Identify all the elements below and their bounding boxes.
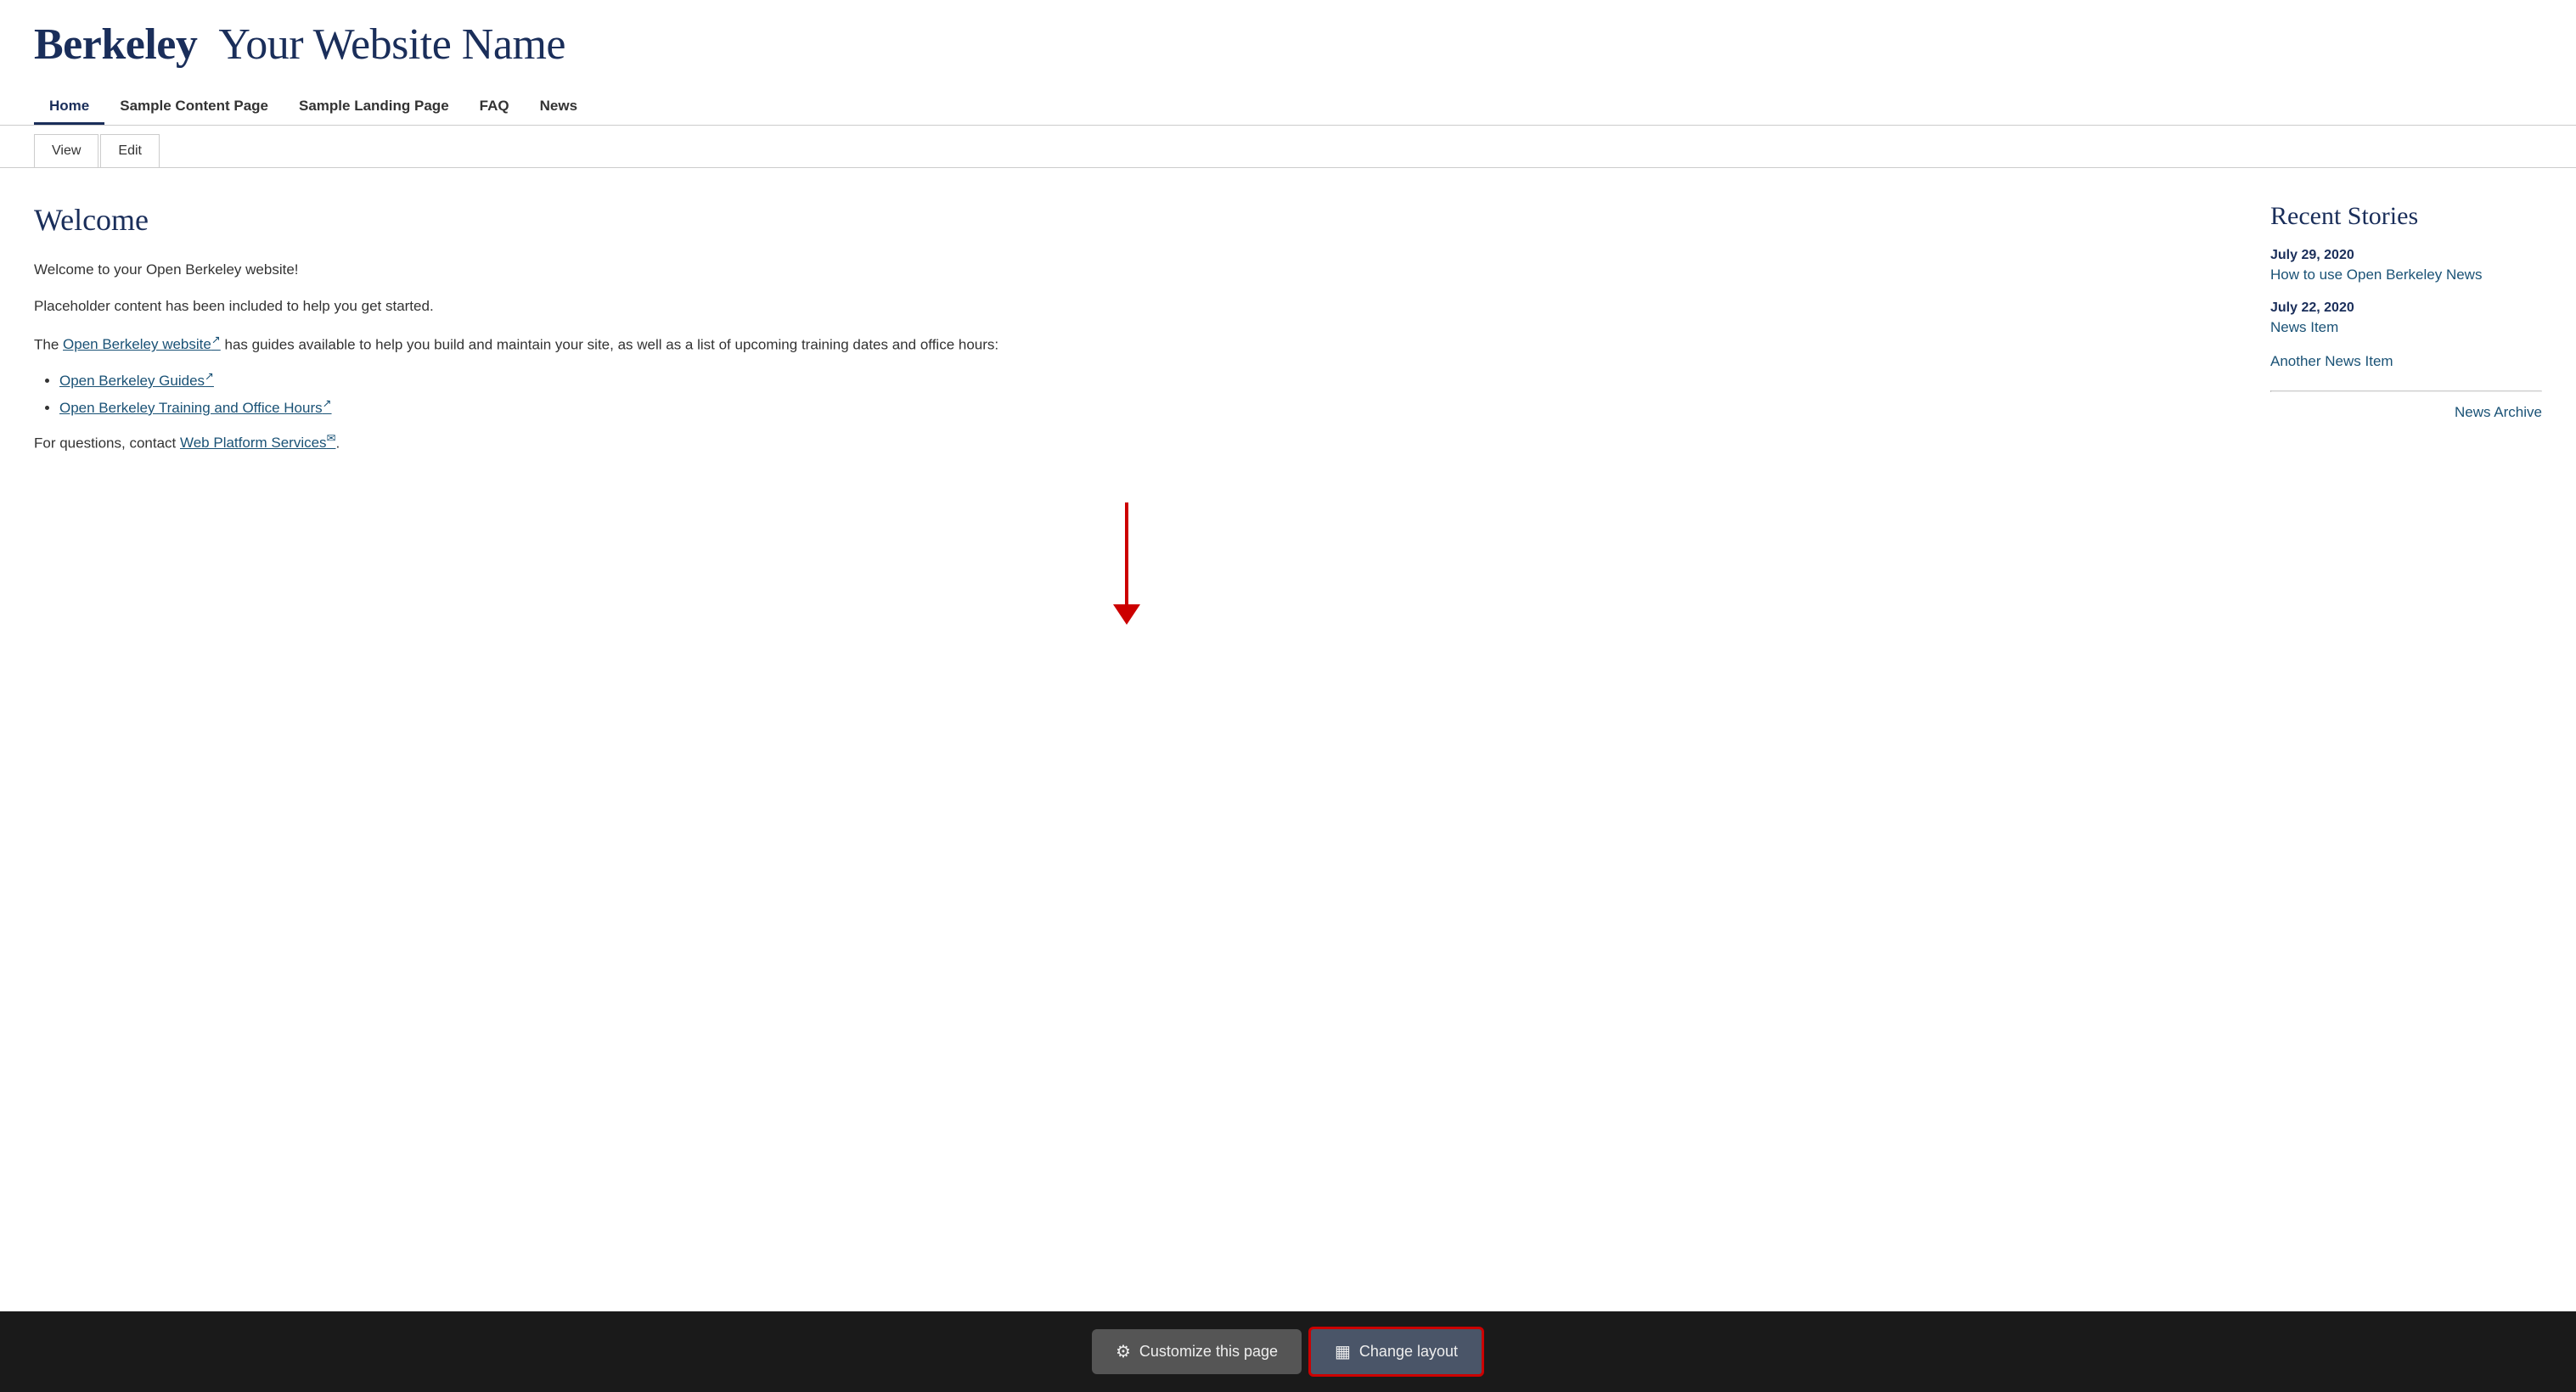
main-content: Welcome Welcome to your Open Berkeley we… bbox=[0, 168, 2576, 1311]
arrow-head bbox=[1113, 604, 1140, 625]
story-3-link[interactable]: Another News Item bbox=[2270, 353, 2542, 370]
contact-before: For questions, contact bbox=[34, 435, 180, 451]
story-3: Another News Item bbox=[2270, 353, 2542, 370]
welcome-heading: Welcome bbox=[34, 202, 2219, 238]
customize-label: Customize this page bbox=[1139, 1343, 1278, 1361]
nav-item-faq[interactable]: FAQ bbox=[464, 89, 525, 125]
customize-button[interactable]: ⚙ Customize this page bbox=[1092, 1329, 1302, 1374]
site-title-part1: Berkeley bbox=[34, 20, 197, 69]
news-archive-link[interactable]: News Archive bbox=[2270, 404, 2542, 421]
welcome-para1: Welcome to your Open Berkeley website! bbox=[34, 258, 2219, 281]
story-2-link[interactable]: News Item bbox=[2270, 319, 2542, 336]
web-platform-link[interactable]: Web Platform Services✉ bbox=[180, 435, 335, 451]
email-icon: ✉ bbox=[327, 432, 336, 445]
arrow-line bbox=[1125, 502, 1128, 604]
nav-link-news[interactable]: News bbox=[525, 89, 593, 125]
site-title-part2: Your Website Name bbox=[218, 20, 565, 69]
customize-icon: ⚙ bbox=[1116, 1341, 1131, 1362]
nav-link-faq[interactable]: FAQ bbox=[464, 89, 525, 125]
recent-stories-heading: Recent Stories bbox=[2270, 202, 2542, 231]
training-link-text: Open Berkeley Training and Office Hours bbox=[59, 400, 323, 416]
links-list: Open Berkeley Guides↗ Open Berkeley Trai… bbox=[59, 369, 2219, 416]
welcome-para3: The Open Berkeley website↗ has guides av… bbox=[34, 332, 2219, 356]
para3-after: has guides available to help you build a… bbox=[221, 336, 998, 352]
guides-link[interactable]: Open Berkeley Guides↗ bbox=[59, 373, 214, 389]
nav-item-sample-landing[interactable]: Sample Landing Page bbox=[284, 89, 464, 125]
training-ext-icon: ↗ bbox=[323, 396, 332, 409]
story-2: July 22, 2020 News Item bbox=[2270, 300, 2542, 336]
change-layout-button[interactable]: ▦ Change layout bbox=[1308, 1327, 1484, 1377]
story-1: July 29, 2020 How to use Open Berkeley N… bbox=[2270, 248, 2542, 283]
content-left: Welcome Welcome to your Open Berkeley we… bbox=[34, 202, 2219, 1260]
contact-link-text: Web Platform Services bbox=[180, 435, 327, 451]
contact-para: For questions, contact Web Platform Serv… bbox=[34, 430, 2219, 455]
nav-item-sample-content[interactable]: Sample Content Page bbox=[104, 89, 284, 125]
contact-after: . bbox=[335, 435, 340, 451]
nav-item-news[interactable]: News bbox=[525, 89, 593, 125]
story-1-date: July 29, 2020 bbox=[2270, 248, 2542, 263]
guides-ext-icon: ↗ bbox=[205, 369, 214, 382]
red-arrow bbox=[1113, 502, 1140, 625]
guides-link-text: Open Berkeley Guides bbox=[59, 373, 205, 389]
archive-divider bbox=[2270, 390, 2542, 392]
story-2-date: July 22, 2020 bbox=[2270, 300, 2542, 316]
view-edit-tabs: View Edit bbox=[0, 126, 2576, 168]
layout-icon: ▦ bbox=[1335, 1341, 1351, 1362]
nav-link-home[interactable]: Home bbox=[34, 89, 104, 125]
list-item-training: Open Berkeley Training and Office Hours↗ bbox=[59, 396, 2219, 417]
para3-link-text: Open Berkeley website bbox=[63, 336, 211, 352]
open-berkeley-link[interactable]: Open Berkeley website↗ bbox=[63, 336, 221, 352]
nav-link-sample-content[interactable]: Sample Content Page bbox=[104, 89, 284, 125]
list-item-guides: Open Berkeley Guides↗ bbox=[59, 369, 2219, 390]
nav-link-sample-landing[interactable]: Sample Landing Page bbox=[284, 89, 464, 125]
para3-before: The bbox=[34, 336, 63, 352]
site-title: Berkeley Your Website Name bbox=[34, 20, 2542, 69]
welcome-para2: Placeholder content has been included to… bbox=[34, 295, 2219, 317]
main-nav: Home Sample Content Page Sample Landing … bbox=[0, 89, 2576, 126]
tab-edit[interactable]: Edit bbox=[100, 134, 160, 167]
content-area: Welcome Welcome to your Open Berkeley we… bbox=[0, 168, 2576, 1311]
content-row: Welcome Welcome to your Open Berkeley we… bbox=[0, 168, 2576, 1311]
bottom-toolbar: ⚙ Customize this page ▦ Change layout bbox=[0, 1311, 2576, 1392]
change-layout-label: Change layout bbox=[1359, 1343, 1458, 1361]
tab-view[interactable]: View bbox=[34, 134, 98, 167]
nav-item-home[interactable]: Home bbox=[34, 89, 104, 125]
external-link-icon: ↗ bbox=[211, 334, 221, 346]
content-right: Recent Stories July 29, 2020 How to use … bbox=[2270, 202, 2542, 1260]
story-1-link[interactable]: How to use Open Berkeley News bbox=[2270, 267, 2542, 283]
training-link[interactable]: Open Berkeley Training and Office Hours↗ bbox=[59, 400, 332, 416]
site-header: Berkeley Your Website Name bbox=[0, 0, 2576, 89]
